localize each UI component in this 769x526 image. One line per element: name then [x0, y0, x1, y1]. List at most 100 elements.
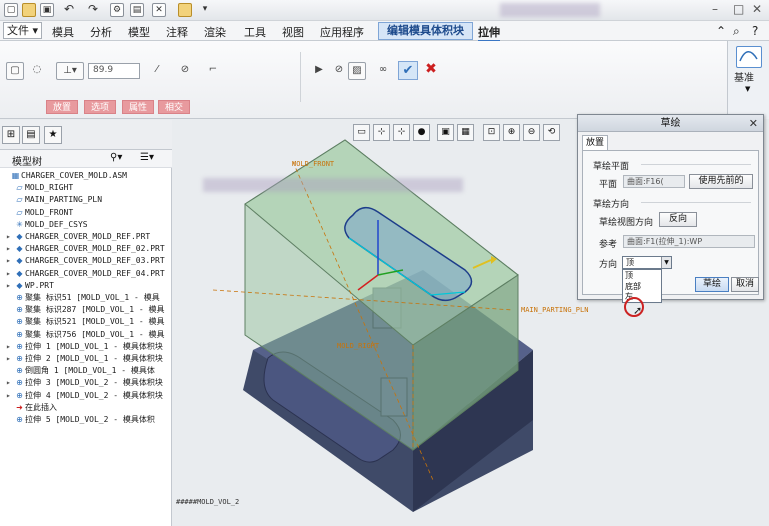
glasses-icon[interactable]: ∞ — [374, 62, 392, 80]
datum-panel[interactable]: 基准 ▼ — [727, 41, 769, 119]
expand-arrow-icon[interactable]: ▸ — [6, 255, 14, 267]
flip-depth-icon[interactable]: ⁄ — [148, 62, 166, 80]
menu-file[interactable]: 文件 ▾ — [3, 22, 43, 39]
tab-extrude[interactable]: 拉伸 — [478, 24, 500, 42]
depth-option-icon[interactable]: ⊥▾ — [56, 62, 84, 80]
direction-select[interactable]: 顶 ▼ — [622, 256, 672, 269]
tree-item[interactable]: ▸ ◆ CHARGER_COVER_MOLD_REF.PRT — [6, 231, 150, 243]
feature-icon: ◆ — [16, 244, 23, 254]
feature-icon: ▱ — [16, 207, 23, 217]
tree-item[interactable]: ▸ ⊕ 拉伸 4 [MOLD_VOL_2 - 模具体积块 — [6, 390, 163, 402]
search-icon[interactable]: ⌕ — [733, 24, 740, 39]
section-divider — [641, 164, 751, 165]
option-top[interactable]: 顶 — [625, 271, 633, 281]
tree-filter-icon[interactable]: ☰▾ — [140, 152, 154, 163]
redo-icon[interactable]: ↷ — [86, 3, 100, 17]
menu-mold[interactable]: 模具 — [52, 24, 74, 40]
menu-annotate[interactable]: 注释 — [166, 24, 188, 40]
remove-material-icon[interactable]: ⊘ — [176, 62, 194, 80]
tree-item[interactable]: ⊕ 聚集 标识51 [MOLD_VOL_1 - 模具 — [6, 292, 160, 304]
sketch-dialog-title: 草绘 — [578, 115, 763, 132]
tab-placement[interactable]: 放置 — [582, 135, 608, 150]
chevron-down-icon[interactable]: ▼ — [745, 85, 750, 93]
tree-item[interactable]: ▱ MOLD_RIGHT — [6, 182, 73, 194]
thicken-icon[interactable]: ⌐ — [204, 62, 222, 80]
tree-item[interactable]: ▦ CHARGER_COVER_MOLD.ASM — [2, 170, 127, 182]
option-bottom[interactable]: 底部 — [625, 282, 641, 292]
tree-item[interactable]: ⊕ 聚集 标识287 [MOLD_VOL_1 - 模具 — [6, 304, 164, 316]
minimize-icon[interactable]: – — [712, 2, 718, 16]
tree-item[interactable]: ▱ MAIN_PARTING_PLN — [6, 194, 102, 206]
expand-arrow-icon[interactable]: ▸ — [6, 341, 14, 353]
expand-arrow-icon[interactable]: ▸ — [6, 268, 14, 280]
tree-item[interactable]: ✳ MOLD_DEF_CSYS — [6, 219, 87, 231]
cancel-x-icon[interactable]: ✖ — [422, 61, 440, 80]
tab-favorites[interactable]: ★ — [44, 126, 62, 144]
expand-arrow-icon[interactable]: ▸ — [6, 231, 14, 243]
close-icon[interactable]: ✕ — [749, 116, 758, 131]
feature-icon: ◆ — [16, 232, 23, 241]
tree-item[interactable]: ➜ 在此插入 — [6, 402, 57, 414]
plane-field[interactable]: 曲面:F16( — [623, 175, 685, 188]
subtab-placement[interactable]: 放置 — [46, 100, 79, 114]
tab-layers[interactable]: ▤ — [22, 126, 40, 144]
no-preview-icon[interactable]: ⊘ — [330, 62, 348, 80]
ok-check-icon[interactable]: ✔ — [398, 61, 418, 80]
depth-input[interactable]: 89.9 — [88, 63, 140, 79]
flip-button[interactable]: 反向 — [659, 212, 697, 227]
expand-arrow-icon[interactable]: ▸ — [6, 280, 14, 292]
expand-arrow-icon[interactable]: ▸ — [6, 353, 14, 365]
sketch-button[interactable]: 草绘 — [695, 277, 729, 292]
open-folder-icon[interactable] — [22, 3, 36, 17]
expand-arrow-icon[interactable]: ▸ — [6, 377, 14, 389]
feature-icon: ✳ — [16, 219, 23, 229]
restore-icon[interactable]: □ — [733, 2, 744, 16]
use-previous-button[interactable]: 使用先前的 — [689, 174, 753, 189]
preview-icon[interactable]: ▨ — [348, 62, 366, 80]
menu-analysis[interactable]: 分析 — [90, 24, 112, 40]
tree-item[interactable]: ▸ ◆ WP.PRT — [6, 280, 54, 292]
chevron-down-icon[interactable]: ▾ — [198, 3, 212, 17]
window-icon[interactable]: ▤ — [130, 3, 144, 17]
pause-icon[interactable]: ▶ — [310, 62, 328, 80]
datum-sketch-icon[interactable] — [736, 46, 762, 68]
tree-item[interactable]: ⊕ 聚集 标识521 [MOLD_VOL_1 - 模具 — [6, 316, 164, 328]
subtab-properties[interactable]: 属性 — [122, 100, 155, 114]
menu-applications[interactable]: 应用程序 — [320, 24, 364, 40]
close-icon[interactable]: ✕ — [752, 2, 762, 16]
subtab-options[interactable]: 选项 — [84, 100, 117, 114]
tree-item[interactable]: ▸ ◆ CHARGER_COVER_MOLD_REF_04.PRT — [6, 268, 165, 280]
subtab-intersect[interactable]: 相交 — [158, 100, 191, 114]
new-file-icon[interactable]: ▢ — [4, 3, 18, 17]
tree-item[interactable]: ▸ ◆ CHARGER_COVER_MOLD_REF_02.PRT — [6, 243, 165, 255]
solid-icon[interactable]: ▢ — [6, 62, 24, 80]
chevron-up-icon[interactable]: ⌃ — [716, 24, 726, 38]
reference-field[interactable]: 曲面:F1(拉伸_1):WP — [623, 235, 755, 248]
surface-icon[interactable]: ◌ — [28, 62, 46, 80]
expand-arrow-icon[interactable]: ▸ — [6, 243, 14, 255]
menu-render[interactable]: 渲染 — [204, 24, 226, 40]
folder-icon[interactable] — [178, 3, 192, 17]
expand-arrow-icon[interactable]: ▸ — [6, 390, 14, 402]
tab-edit-mold-volume[interactable]: 编辑模具体积块 — [378, 22, 473, 40]
undo-icon[interactable]: ↶ — [62, 3, 76, 17]
help-icon[interactable]: ? — [752, 24, 758, 38]
menu-view[interactable]: 视图 — [282, 24, 304, 40]
close-window-icon[interactable]: ✕ — [152, 3, 166, 17]
tree-item[interactable]: ⊕ 拉伸 5 [MOLD_VOL_2 - 模具体积 — [6, 414, 155, 426]
cancel-button[interactable]: 取消 — [731, 277, 759, 292]
tree-item[interactable]: ▱ MOLD_FRONT — [6, 207, 73, 219]
chevron-down-icon[interactable]: ▼ — [661, 257, 671, 268]
tree-item[interactable]: ▸ ⊕ 拉伸 1 [MOLD_VOL_1 - 模具体积块 — [6, 341, 163, 353]
tree-settings-icon[interactable]: ⚲▾ — [110, 152, 122, 163]
menu-tools[interactable]: 工具 — [244, 24, 266, 40]
tree-item[interactable]: ⊕ 聚集 标识756 [MOLD_VOL_1 - 模具 — [6, 329, 164, 341]
tree-item[interactable]: ▸ ⊕ 拉伸 2 [MOLD_VOL_1 - 模具体积块 — [6, 353, 163, 365]
tree-item[interactable]: ▸ ⊕ 拉伸 3 [MOLD_VOL_2 - 模具体积块 — [6, 377, 163, 389]
regenerate-icon[interactable]: ⚙ — [110, 3, 124, 17]
tree-item[interactable]: ▸ ◆ CHARGER_COVER_MOLD_REF_03.PRT — [6, 255, 165, 267]
save-icon[interactable]: ▣ — [40, 3, 54, 17]
tab-model-tree[interactable]: ⊞ — [2, 126, 20, 144]
tree-item[interactable]: ⊕ 倒圆角 1 [MOLD_VOL_1 - 模具体 — [6, 365, 155, 377]
menu-model[interactable]: 模型 — [128, 24, 150, 40]
